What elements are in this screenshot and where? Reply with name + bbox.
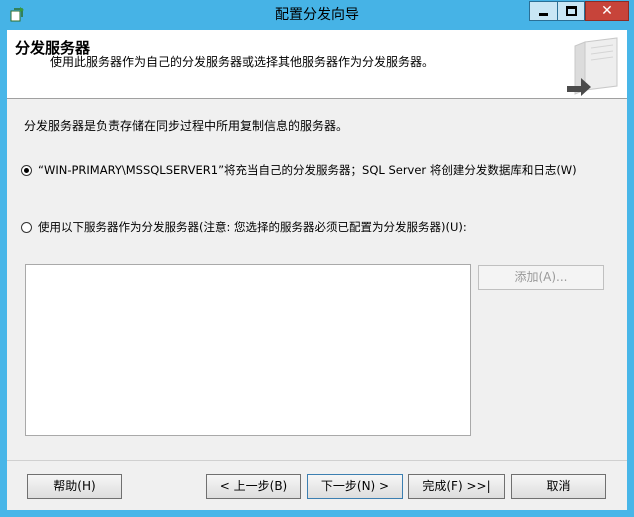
option-self-distributor[interactable]: “WIN-PRIMARY\MSSQLSERVER1”将充当自己的分发服务器；SQ… bbox=[21, 162, 577, 178]
option-self-distributor-label: “WIN-PRIMARY\MSSQLSERVER1”将充当自己的分发服务器；SQ… bbox=[38, 163, 577, 177]
minimize-icon bbox=[539, 13, 548, 16]
minimize-button[interactable] bbox=[529, 1, 557, 21]
close-icon: ✕ bbox=[601, 3, 613, 19]
close-button[interactable]: ✕ bbox=[585, 1, 629, 21]
next-button[interactable]: 下一步(N) > bbox=[307, 474, 403, 499]
maximize-icon bbox=[566, 6, 577, 16]
server-wizard-icon bbox=[567, 37, 618, 96]
finish-button[interactable]: 完成(F) >>| bbox=[408, 474, 505, 499]
help-button[interactable]: 帮助(H) bbox=[27, 474, 122, 499]
distributor-server-list[interactable] bbox=[25, 264, 471, 436]
wizard-client-area: 分发服务器 使用此服务器作为自己的分发服务器或选择其他服务器作为分发服务器。 分… bbox=[7, 30, 627, 510]
intro-description: 分发服务器是负责存储在同步过程中所用复制信息的服务器。 bbox=[24, 119, 349, 133]
radio-self-distributor[interactable] bbox=[21, 164, 32, 176]
add-server-button[interactable]: 添加(A)... bbox=[478, 265, 604, 290]
back-button[interactable]: < 上一步(B) bbox=[206, 474, 301, 499]
cancel-button[interactable]: 取消 bbox=[511, 474, 606, 499]
page-subtitle: 使用此服务器作为自己的分发服务器或选择其他服务器作为分发服务器。 bbox=[50, 55, 435, 69]
option-other-distributor-label: 使用以下服务器作为分发服务器(注意: 您选择的服务器必须已配置为分发服务器)(U… bbox=[38, 220, 467, 234]
title-bar[interactable]: 配置分发向导 ✕ bbox=[0, 0, 634, 30]
wizard-window: 配置分发向导 ✕ 分发服务器 使用此服务器作为自己的分发服务器或选择其他服务器作… bbox=[0, 0, 634, 517]
maximize-button[interactable] bbox=[557, 1, 585, 21]
wizard-header: 分发服务器 使用此服务器作为自己的分发服务器或选择其他服务器作为分发服务器。 bbox=[7, 30, 627, 99]
option-other-distributor[interactable]: 使用以下服务器作为分发服务器(注意: 您选择的服务器必须已配置为分发服务器)(U… bbox=[21, 219, 467, 235]
radio-other-distributor[interactable] bbox=[21, 221, 32, 233]
footer-divider bbox=[7, 460, 627, 461]
